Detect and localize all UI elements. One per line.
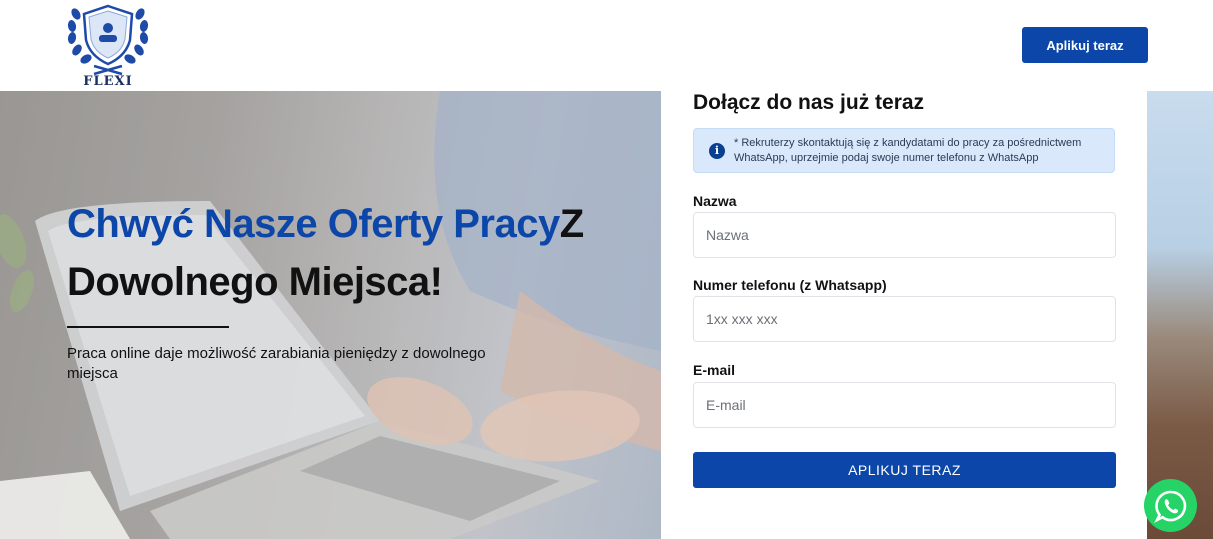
hero-divider xyxy=(67,326,229,328)
application-form: Dołącz do nas już teraz i * Rekruterzy s… xyxy=(661,83,1147,539)
whatsapp-icon xyxy=(1153,490,1186,523)
name-input[interactable] xyxy=(693,212,1116,258)
hero-section: Chwyć Nasze Oferty PracyZ Dowolnego Miej… xyxy=(0,91,661,539)
info-alert: i * Rekruterzy skontaktują się z kandyda… xyxy=(693,128,1115,173)
shield-laurel-logo-icon xyxy=(67,4,149,76)
email-label: E-mail xyxy=(693,362,736,378)
hero-title: Chwyć Nasze Oferty PracyZ Dowolnego Miej… xyxy=(67,202,584,304)
form-title: Dołącz do nas już teraz xyxy=(693,91,925,114)
info-alert-text: * Rekruterzy skontaktują się z kandydata… xyxy=(734,137,1082,164)
info-icon: i xyxy=(709,143,725,159)
site-header: FLEXI Aplikuj teraz xyxy=(0,0,1213,91)
flexi-logo[interactable]: FLEXI xyxy=(62,0,154,91)
apply-now-header-button[interactable]: Aplikuj teraz xyxy=(1022,27,1148,63)
phone-label: Numer telefonu (z Whatsapp) xyxy=(693,277,887,293)
apply-now-submit-button[interactable]: APLIKUJ TERAZ xyxy=(693,452,1116,488)
name-label: Nazwa xyxy=(693,193,737,209)
logo-text: FLEXI xyxy=(83,74,133,89)
email-input[interactable] xyxy=(693,382,1116,428)
hero-subtitle: Praca online daje możliwość zarabiania p… xyxy=(67,345,486,382)
background-photo-strip xyxy=(1147,91,1213,539)
whatsapp-chat-button[interactable] xyxy=(1144,479,1197,532)
phone-input[interactable] xyxy=(693,296,1116,342)
